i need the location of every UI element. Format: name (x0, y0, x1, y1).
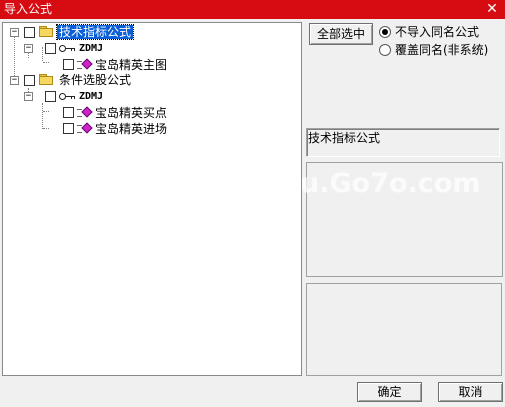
radio-no-import-label[interactable]: 不导入同名公式 (395, 25, 479, 39)
checkbox[interactable] (24, 75, 35, 86)
checkbox[interactable] (63, 107, 74, 118)
checkbox[interactable] (63, 59, 74, 70)
window-title: 导入公式 (4, 2, 53, 16)
key-icon (59, 44, 75, 52)
title-bar: 导入公式 ✕ (0, 0, 505, 19)
tree-node-formula-main[interactable]: 宝岛精英主图 (3, 57, 301, 73)
close-icon[interactable]: ✕ (485, 1, 499, 17)
collapse-toggle[interactable]: − (24, 44, 33, 53)
formula-tree[interactable]: − 技术指标公式 − ZDMJ 宝岛精英主图 − 条件选股公式 − ZDMJ 宝… (2, 22, 302, 376)
checkbox[interactable] (45, 91, 56, 102)
tree-node-formula-entry[interactable]: 宝岛精英进场 (3, 121, 301, 137)
tree-node-zdmj-2[interactable]: − ZDMJ (3, 89, 301, 105)
checkbox[interactable] (24, 27, 35, 38)
tree-node-label: ZDMJ (79, 43, 104, 54)
import-formula-dialog: 导入公式 ✕ − 技术指标公式 − ZDMJ 宝岛精英主图 − 条件选股公式 −… (0, 0, 505, 407)
category-display: 技术指标公式 (306, 128, 500, 157)
category-text: 技术指标公式 (308, 131, 381, 145)
cancel-button[interactable]: 取消 (438, 382, 503, 402)
folder-icon (39, 26, 53, 37)
folder-icon (39, 74, 53, 85)
tree-node-label: 宝岛精英进场 (95, 122, 168, 136)
tree-node-label: 宝岛精英主图 (95, 58, 168, 72)
tree-node-label: 技术指标公式 (55, 24, 135, 40)
collapse-toggle[interactable]: − (24, 92, 33, 101)
tree-node-label: 宝岛精英买点 (95, 106, 168, 120)
ok-button[interactable]: 确定 (357, 382, 422, 402)
formula-icon (77, 122, 93, 134)
collapse-toggle[interactable]: − (10, 28, 19, 37)
key-icon (59, 92, 75, 100)
tree-node-formula-buy[interactable]: 宝岛精英买点 (3, 105, 301, 121)
collapse-toggle[interactable]: − (10, 76, 19, 85)
radio-overwrite[interactable] (379, 44, 391, 56)
formula-icon (77, 58, 93, 70)
checkbox[interactable] (45, 43, 56, 54)
formula-icon (77, 106, 93, 118)
radio-no-import[interactable] (379, 26, 391, 38)
checkbox[interactable] (63, 123, 74, 134)
description-panel (306, 162, 503, 277)
radio-overwrite-label[interactable]: 覆盖同名(非系统) (395, 43, 488, 57)
tree-node-zdmj-1[interactable]: − ZDMJ (3, 41, 301, 57)
select-all-button[interactable]: 全部选中 (309, 23, 373, 45)
tree-node-label: ZDMJ (79, 91, 104, 102)
detail-panel (306, 283, 502, 376)
tree-node-label: 条件选股公式 (59, 73, 132, 87)
tree-node-indicator-folder[interactable]: − 技术指标公式 (3, 24, 301, 41)
tree-node-screening-folder[interactable]: − 条件选股公式 (3, 73, 301, 89)
